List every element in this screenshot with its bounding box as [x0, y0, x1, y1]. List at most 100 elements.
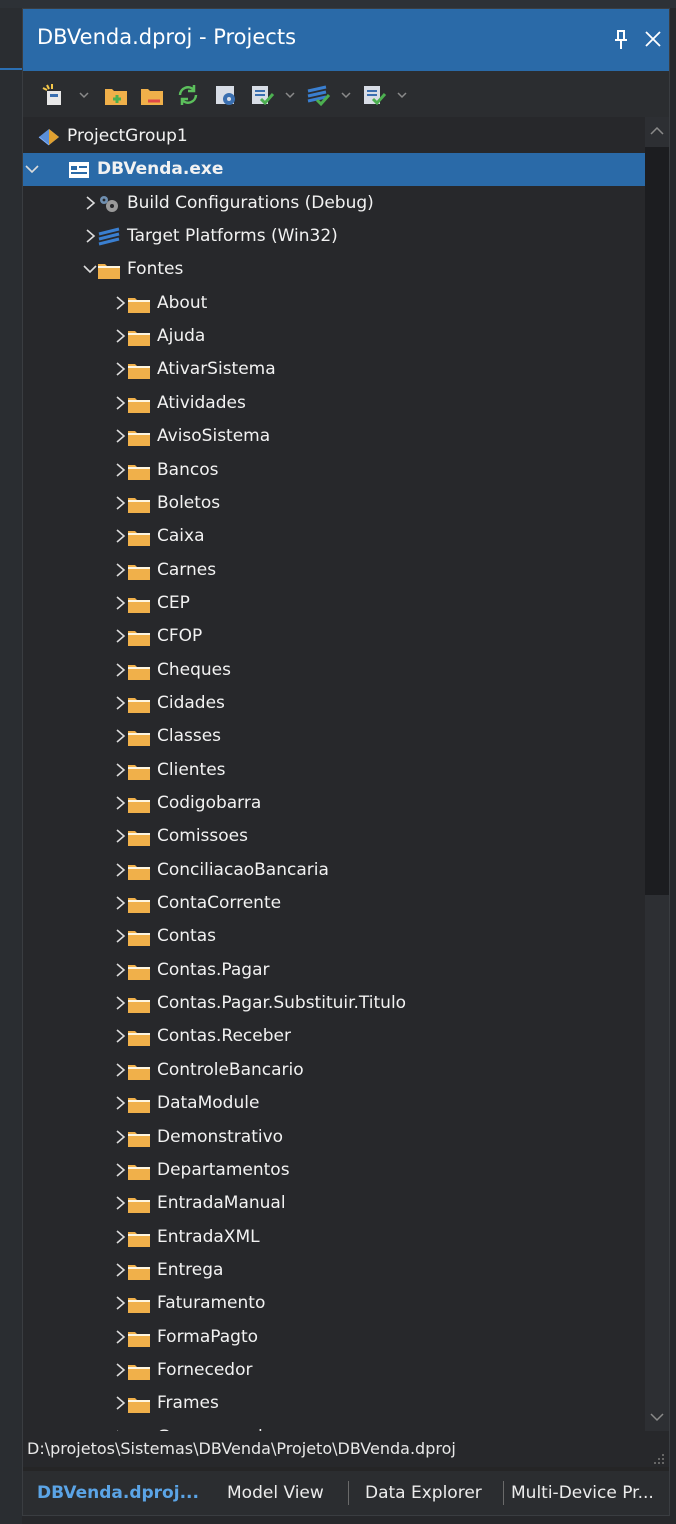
- tree-item-folder[interactable]: DataModule: [23, 1087, 645, 1120]
- tree-item-folder[interactable]: Gerar parcelas: [23, 1421, 645, 1431]
- chevron-right-icon[interactable]: [113, 1129, 127, 1145]
- remove-from-project-icon[interactable]: [139, 83, 165, 107]
- tree-item-target-platforms[interactable]: Target Platforms (Win32): [23, 220, 645, 253]
- vertical-scrollbar[interactable]: [645, 117, 669, 1431]
- tree-item-build-configurations[interactable]: Build Configurations (Debug): [23, 187, 645, 220]
- chevron-right-icon[interactable]: [113, 595, 127, 611]
- tree-item-folder[interactable]: EntradaXML: [23, 1221, 645, 1254]
- chevron-right-icon[interactable]: [113, 1329, 127, 1345]
- tree-item-folder[interactable]: Fornecedor: [23, 1354, 645, 1387]
- chevron-right-icon[interactable]: [113, 828, 127, 844]
- tree-item-folder[interactable]: CEP: [23, 587, 645, 620]
- add-to-project-icon[interactable]: [103, 83, 129, 107]
- tree-item-folder[interactable]: Frames: [23, 1387, 645, 1420]
- chevron-right-icon[interactable]: [113, 695, 127, 711]
- chevron-right-icon[interactable]: [113, 862, 127, 878]
- chevron-down-icon[interactable]: [83, 261, 97, 277]
- tree-item-folder[interactable]: Ajuda: [23, 320, 645, 353]
- chevron-right-icon[interactable]: [113, 728, 127, 744]
- tree-item-folder[interactable]: Entrega: [23, 1254, 645, 1287]
- panel-title-bar[interactable]: DBVenda.dproj - Projects: [23, 9, 669, 71]
- tree-item-folder[interactable]: Cheques: [23, 654, 645, 687]
- chevron-right-icon[interactable]: [113, 628, 127, 644]
- tree-item-project-group[interactable]: ProjectGroup1: [23, 120, 645, 153]
- chevron-right-icon[interactable]: [113, 962, 127, 978]
- sync-icon[interactable]: [175, 83, 201, 107]
- tree-item-folder[interactable]: Demonstrativo: [23, 1121, 645, 1154]
- tree-item-folder[interactable]: Classes: [23, 720, 645, 753]
- chevron-right-icon[interactable]: [83, 228, 97, 244]
- tree-item-folder[interactable]: Caixa: [23, 520, 645, 553]
- tree-item-folder[interactable]: EntradaManual: [23, 1187, 645, 1220]
- chevron-right-icon[interactable]: [113, 295, 127, 311]
- tree-item-folder[interactable]: Carnes: [23, 554, 645, 587]
- chevron-right-icon[interactable]: [113, 928, 127, 944]
- chevron-right-icon[interactable]: [113, 1028, 127, 1044]
- tree-item-fontes[interactable]: Fontes: [23, 253, 645, 286]
- dropdown-arrow-icon[interactable]: [285, 91, 295, 99]
- chevron-right-icon[interactable]: [113, 562, 127, 578]
- tree-item-folder[interactable]: Atividades: [23, 387, 645, 420]
- chevron-right-icon[interactable]: [113, 995, 127, 1011]
- tree-item-folder[interactable]: ContaCorrente: [23, 887, 645, 920]
- tree-item-folder[interactable]: Clientes: [23, 754, 645, 787]
- tab-model-view[interactable]: Model View: [227, 1471, 324, 1515]
- build-all-icon[interactable]: [305, 83, 331, 107]
- scroll-down-icon[interactable]: [649, 1411, 665, 1423]
- scrollbar-thumb[interactable]: [645, 147, 669, 895]
- chevron-right-icon[interactable]: [113, 528, 127, 544]
- tree-item-folder[interactable]: Contas.Pagar.Substituir.Titulo: [23, 987, 645, 1020]
- chevron-right-icon[interactable]: [113, 1162, 127, 1178]
- tab-multi-device-preview[interactable]: Multi-Device Pr...: [511, 1471, 654, 1515]
- chevron-right-icon[interactable]: [113, 328, 127, 344]
- tree-item-folder[interactable]: About: [23, 287, 645, 320]
- chevron-right-icon[interactable]: [113, 1295, 127, 1311]
- chevron-right-icon[interactable]: [113, 395, 127, 411]
- chevron-right-icon[interactable]: [113, 1195, 127, 1211]
- tree-item-folder[interactable]: Codigobarra: [23, 787, 645, 820]
- dropdown-arrow-icon[interactable]: [341, 91, 351, 99]
- scroll-up-icon[interactable]: [649, 125, 665, 137]
- tree-item-folder[interactable]: Contas.Pagar: [23, 954, 645, 987]
- tree-item-folder[interactable]: ControleBancario: [23, 1054, 645, 1087]
- chevron-right-icon[interactable]: [113, 1395, 127, 1411]
- chevron-right-icon[interactable]: [113, 1062, 127, 1078]
- chevron-down-icon[interactable]: [25, 161, 39, 177]
- chevron-right-icon[interactable]: [113, 1229, 127, 1245]
- chevron-right-icon[interactable]: [113, 1362, 127, 1378]
- chevron-right-icon[interactable]: [113, 895, 127, 911]
- tree-item-folder[interactable]: Comissoes: [23, 820, 645, 853]
- chevron-right-icon[interactable]: [83, 195, 97, 211]
- tree-item-folder[interactable]: FormaPagto: [23, 1321, 645, 1354]
- tree-item-folder[interactable]: Boletos: [23, 487, 645, 520]
- tree-item-folder[interactable]: ConciliacaoBancaria: [23, 854, 645, 887]
- resize-grip-icon[interactable]: [653, 1453, 665, 1465]
- tree-item-folder[interactable]: AvisoSistema: [23, 420, 645, 453]
- chevron-right-icon[interactable]: [113, 428, 127, 444]
- pin-icon[interactable]: [613, 29, 629, 51]
- build-icon[interactable]: [249, 83, 275, 107]
- tree-item-project[interactable]: DBVenda.exe: [23, 153, 645, 187]
- tree-item-folder[interactable]: Contas: [23, 920, 645, 953]
- options-icon[interactable]: [213, 83, 239, 107]
- chevron-right-icon[interactable]: [113, 462, 127, 478]
- chevron-right-icon[interactable]: [113, 361, 127, 377]
- tree-item-folder[interactable]: Departamentos: [23, 1154, 645, 1187]
- chevron-right-icon[interactable]: [113, 795, 127, 811]
- chevron-right-icon[interactable]: [113, 1262, 127, 1278]
- chevron-right-icon[interactable]: [113, 1095, 127, 1111]
- tree-item-folder[interactable]: Contas.Receber: [23, 1020, 645, 1053]
- tab-projects[interactable]: DBVenda.dproj...: [37, 1471, 199, 1515]
- activate-icon[interactable]: [361, 83, 387, 107]
- chevron-right-icon[interactable]: [113, 662, 127, 678]
- tree-item-folder[interactable]: Faturamento: [23, 1287, 645, 1320]
- dropdown-arrow-icon[interactable]: [397, 91, 407, 99]
- close-icon[interactable]: [643, 29, 663, 49]
- tree-item-folder[interactable]: Cidades: [23, 687, 645, 720]
- chevron-right-icon[interactable]: [113, 495, 127, 511]
- tab-data-explorer[interactable]: Data Explorer: [365, 1471, 482, 1515]
- tree-item-folder[interactable]: Bancos: [23, 454, 645, 487]
- tree-item-folder[interactable]: CFOP: [23, 620, 645, 653]
- dropdown-arrow-icon[interactable]: [79, 91, 89, 99]
- tree-item-folder[interactable]: AtivarSistema: [23, 353, 645, 386]
